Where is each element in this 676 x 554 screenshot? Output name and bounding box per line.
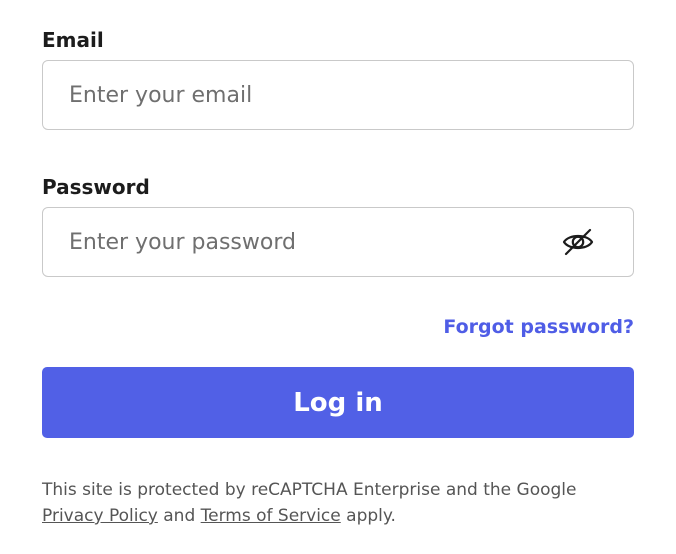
email-input[interactable] <box>69 61 549 129</box>
email-field-container <box>42 60 634 130</box>
recaptcha-text-after: apply. <box>340 506 396 526</box>
login-button[interactable]: Log in <box>42 367 634 438</box>
password-input[interactable] <box>69 208 549 276</box>
password-label: Password <box>42 175 150 199</box>
privacy-policy-link[interactable]: Privacy Policy <box>42 506 158 526</box>
email-label: Email <box>42 28 104 52</box>
password-field-container <box>42 207 634 277</box>
recaptcha-text-before: This site is protected by reCAPTCHA Ente… <box>42 480 577 500</box>
forgot-password-link[interactable]: Forgot password? <box>443 314 634 340</box>
recaptcha-text-middle: and <box>157 506 201 526</box>
eye-slash-icon[interactable] <box>561 225 595 259</box>
recaptcha-notice: This site is protected by reCAPTCHA Ente… <box>42 477 634 529</box>
terms-of-service-link[interactable]: Terms of Service <box>201 506 341 526</box>
